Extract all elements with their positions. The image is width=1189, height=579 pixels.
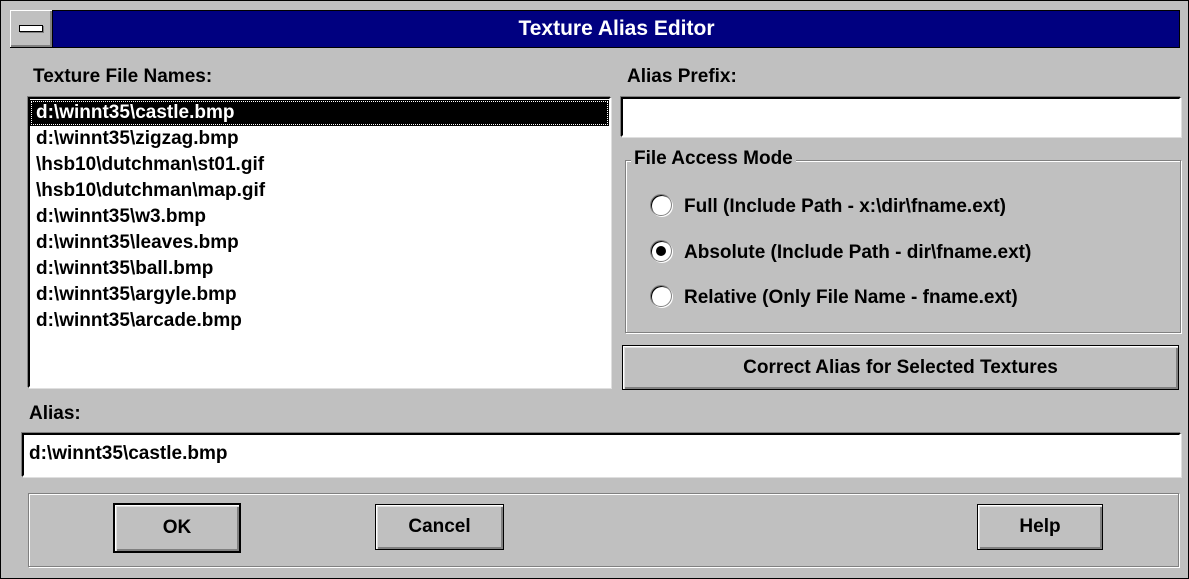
radio-absolute[interactable]: Absolute (Include Path - dir\fname.ext) [650, 238, 1031, 268]
system-menu-button[interactable] [10, 10, 53, 48]
radio-button-icon[interactable] [650, 194, 672, 216]
list-item[interactable]: d:\winnt35\leaves.bmp [30, 230, 609, 256]
list-item[interactable]: \hsb10\dutchman\map.gif [30, 178, 609, 204]
list-item[interactable]: d:\winnt35\ball.bmp [30, 256, 609, 282]
radio-relative-label: Relative (Only File Name - fname.ext) [684, 287, 1018, 308]
texture-file-names-label: Texture File Names: [33, 66, 213, 87]
list-item[interactable]: d:\winnt35\castle.bmp [30, 100, 609, 126]
list-item[interactable]: \hsb10\dutchman\st01.gif [30, 152, 609, 178]
radio-relative[interactable]: Relative (Only File Name - fname.ext) [650, 283, 1018, 313]
list-item[interactable]: d:\winnt35\argyle.bmp [30, 282, 609, 308]
radio-full-label: Full (Include Path - x:\dir\fname.ext) [684, 196, 1006, 217]
window-title: Texture Alias Editor [518, 17, 715, 40]
ok-button[interactable]: OK [113, 503, 241, 553]
file-access-mode-label: File Access Mode [631, 148, 796, 170]
radio-button-selected-icon[interactable] [650, 240, 672, 262]
radio-full[interactable]: Full (Include Path - x:\dir\fname.ext) [650, 192, 1006, 222]
system-menu-icon [19, 25, 43, 32]
list-item[interactable]: d:\winnt35\zigzag.bmp [30, 126, 609, 152]
texture-file-list[interactable]: d:\winnt35\castle.bmp d:\winnt35\zigzag.… [28, 97, 611, 388]
list-item[interactable]: d:\winnt35\w3.bmp [30, 204, 609, 230]
alias-prefix-input[interactable] [621, 97, 1181, 137]
radio-button-icon[interactable] [650, 285, 672, 307]
cancel-button[interactable]: Cancel [375, 504, 504, 550]
help-button[interactable]: Help [977, 504, 1103, 550]
alias-prefix-label: Alias Prefix: [627, 66, 737, 87]
list-item[interactable]: d:\winnt35\arcade.bmp [30, 308, 609, 334]
radio-absolute-label: Absolute (Include Path - dir\fname.ext) [684, 242, 1032, 263]
alias-input[interactable]: d:\winnt35\castle.bmp [22, 433, 1181, 477]
alias-label: Alias: [29, 403, 81, 424]
correct-alias-button[interactable]: Correct Alias for Selected Textures [622, 345, 1179, 390]
